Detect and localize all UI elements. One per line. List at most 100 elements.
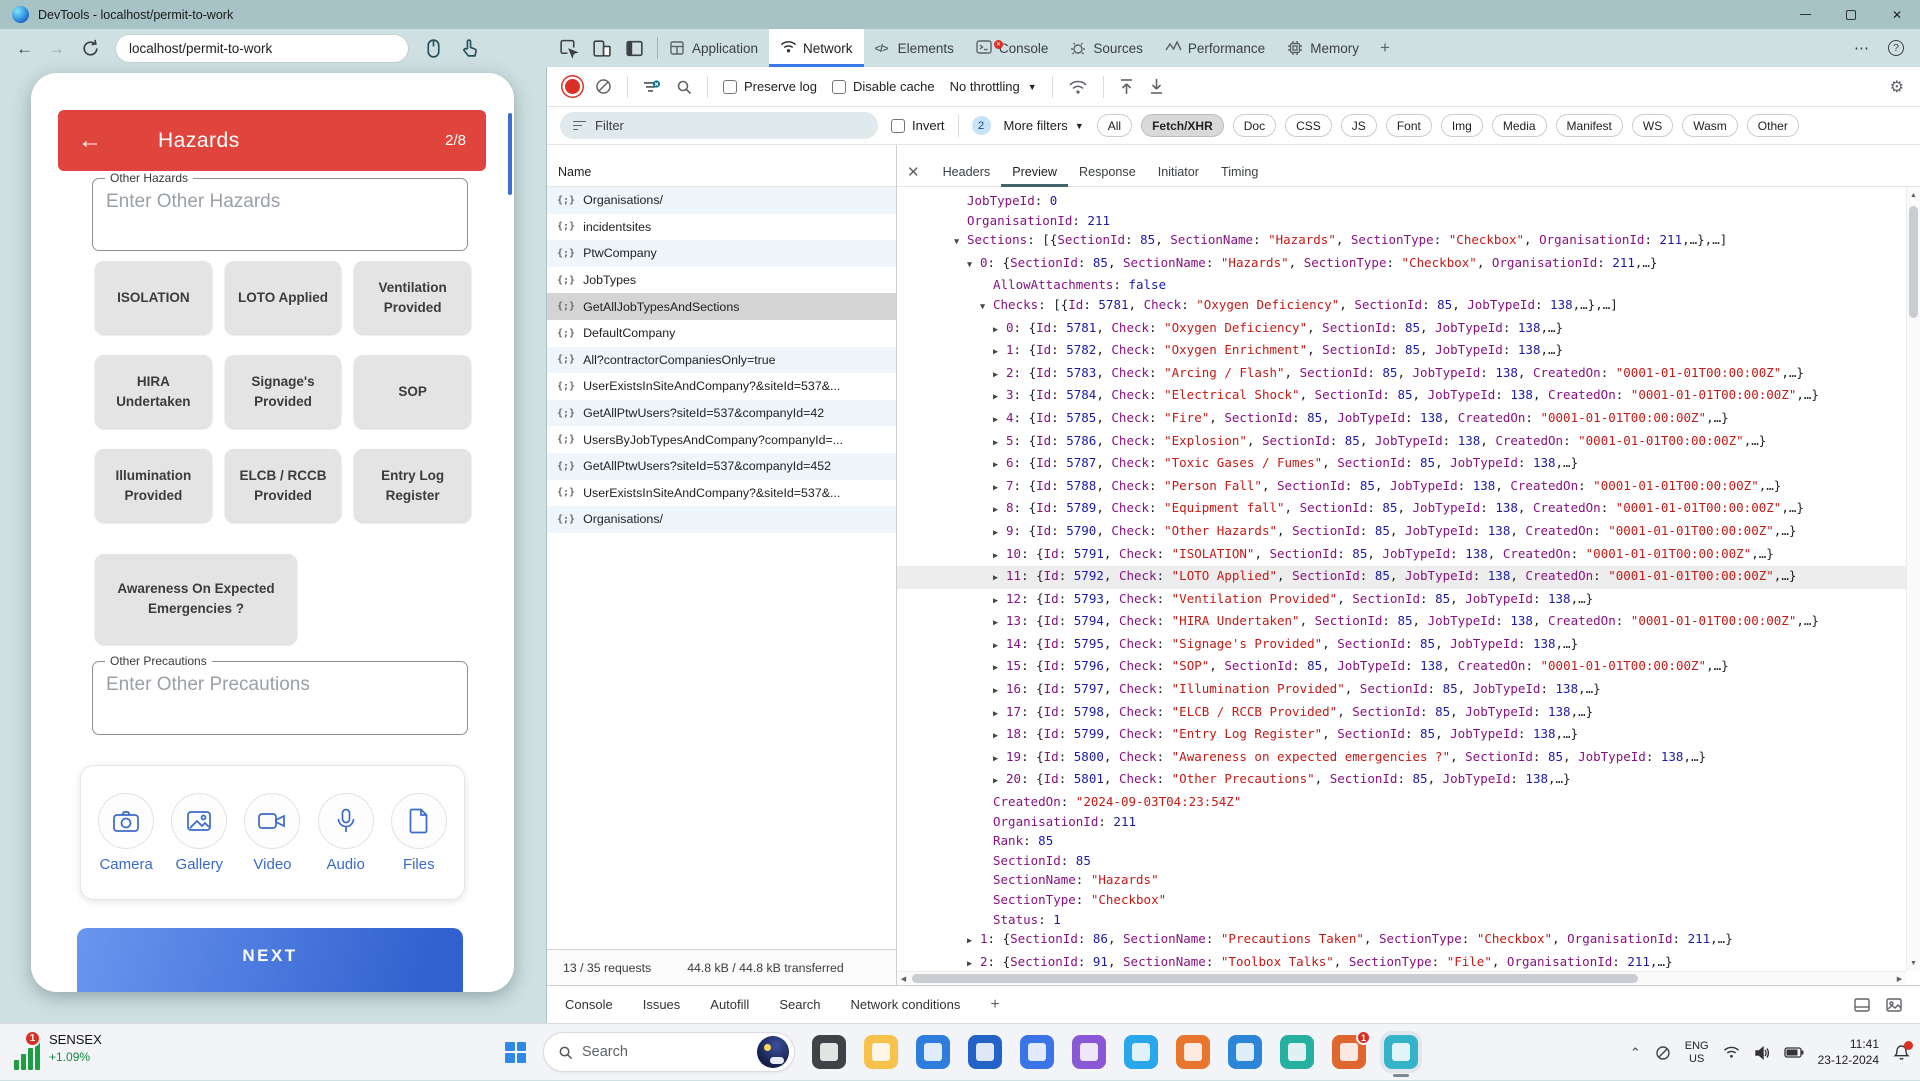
json-tree-line[interactable]: ▶14: {Id: 5795, Check: "Signage's Provid… <box>897 634 1920 657</box>
hazard-button-entry-log-register[interactable]: Entry Log Register <box>354 449 471 522</box>
expand-arrow-icon[interactable]: ▶ <box>993 411 1006 431</box>
json-tree-line[interactable]: ▶7: {Id: 5788, Check: "Person Fall", Sec… <box>897 476 1920 499</box>
back-nav-icon[interactable]: ← <box>16 40 33 57</box>
json-tree-line[interactable]: ▼0: {SectionId: 85, SectionName: "Hazard… <box>897 253 1920 276</box>
filter-chip-media[interactable]: Media <box>1492 114 1547 137</box>
json-tree-line[interactable]: ▶20: {Id: 5801, Check: "Other Precaution… <box>897 769 1920 792</box>
expand-arrow-icon[interactable]: ▶ <box>993 705 1006 725</box>
filter-chip-fetch-xhr[interactable]: Fetch/XHR <box>1141 114 1224 137</box>
expand-arrow-icon[interactable]: ▶ <box>993 750 1006 770</box>
expand-arrow-icon[interactable]: ▶ <box>993 434 1006 454</box>
mouse-mode-icon[interactable] <box>423 38 444 59</box>
json-tree-line[interactable]: ▶3: {Id: 5784, Check: "Electrical Shock"… <box>897 385 1920 408</box>
expand-arrow-icon[interactable]: ▶ <box>993 456 1006 476</box>
json-tree-line[interactable]: ▶13: {Id: 5794, Check: "HIRA Undertaken"… <box>897 611 1920 634</box>
json-tree-line[interactable]: Status: 1 <box>897 910 1920 930</box>
media-button-gallery[interactable]: Gallery <box>171 793 227 873</box>
minimize-button[interactable] <box>1782 0 1828 29</box>
other-precautions-field[interactable]: Other Precautions Enter Other Precaution… <box>92 661 468 735</box>
weather-icon[interactable] <box>757 1036 789 1068</box>
taskbar-app-edge-browser[interactable] <box>1384 1035 1418 1069</box>
close-detail-icon[interactable]: ✕ <box>907 163 920 181</box>
request-row[interactable]: {;}GetAllJobTypesAndSections <box>547 293 896 320</box>
clear-network-log-icon[interactable] <box>595 78 612 95</box>
json-tree-line[interactable]: ▼Sections: [{SectionId: 85, SectionName:… <box>897 230 1920 253</box>
filter-chip-all[interactable]: All <box>1097 114 1132 137</box>
request-row[interactable]: {;}Organisations/ <box>547 506 896 533</box>
expand-arrow-icon[interactable]: ▶ <box>993 343 1006 363</box>
filter-chip-js[interactable]: JS <box>1341 114 1377 137</box>
collapse-arrow-icon[interactable]: ▼ <box>954 233 967 253</box>
filter-toggle-icon[interactable] <box>643 80 661 94</box>
taskbar-app-vscode[interactable] <box>1228 1035 1262 1069</box>
json-tree-line[interactable]: ▶19: {Id: 5800, Check: "Awareness on exp… <box>897 747 1920 770</box>
hazard-button-hira-undertaken[interactable]: HIRA Undertaken <box>95 355 212 428</box>
devtools-tab-elements[interactable]: </>Elements <box>864 29 965 67</box>
throttling-dropdown[interactable]: No throttling▼ <box>950 79 1037 94</box>
hazard-button-isolation[interactable]: ISOLATION <box>95 261 212 334</box>
taskbar-app-file-explorer[interactable] <box>864 1035 898 1069</box>
json-tree-line[interactable]: ▶18: {Id: 5799, Check: "Entry Log Regist… <box>897 724 1920 747</box>
json-tree-line[interactable]: ▶0: {Id: 5781, Check: "Oxygen Deficiency… <box>897 318 1920 341</box>
horizontal-scrollbar[interactable]: ◀ ▶ <box>897 971 1906 985</box>
requests-name-column-header[interactable]: Name <box>547 157 896 187</box>
invert-filter-checkbox[interactable]: Invert <box>891 118 945 133</box>
expand-arrow-icon[interactable]: ▶ <box>993 659 1006 679</box>
expand-arrow-icon[interactable]: ▶ <box>993 637 1006 657</box>
detail-tab-response[interactable]: Response <box>1068 157 1147 187</box>
drawer-tab-autofill[interactable]: Autofill <box>710 997 749 1012</box>
search-network-icon[interactable] <box>676 79 692 95</box>
collapse-arrow-icon[interactable]: ▼ <box>967 256 980 276</box>
clock[interactable]: 11:41 23-12-2024 <box>1818 1037 1879 1068</box>
add-tab-icon[interactable]: + <box>1370 38 1400 58</box>
drawer-tab-search[interactable]: Search <box>779 997 820 1012</box>
detail-tab-headers[interactable]: Headers <box>932 157 1002 187</box>
json-tree-line[interactable]: SectionType: "Checkbox" <box>897 890 1920 910</box>
json-tree-line[interactable]: AllowAttachments: false <box>897 275 1920 295</box>
hazard-button-ventilation-provided[interactable]: Ventilation Provided <box>354 261 471 334</box>
request-row[interactable]: {;}UsersByJobTypesAndCompany?companyId=.… <box>547 426 896 453</box>
json-tree-line[interactable]: ▶15: {Id: 5796, Check: "SOP", SectionId:… <box>897 656 1920 679</box>
network-settings-gear-icon[interactable]: ⚙ <box>1890 77 1904 97</box>
drawer-add-tab-icon[interactable]: + <box>990 996 999 1014</box>
expand-arrow-icon[interactable]: ▶ <box>993 388 1006 408</box>
detail-tab-initiator[interactable]: Initiator <box>1147 157 1210 187</box>
json-tree-line[interactable]: ▶5: {Id: 5786, Check: "Explosion", Secti… <box>897 431 1920 454</box>
json-tree-line[interactable]: ▶10: {Id: 5791, Check: "ISOLATION", Sect… <box>897 544 1920 567</box>
json-tree-line[interactable]: ▶2: {Id: 5783, Check: "Arcing / Flash", … <box>897 363 1920 386</box>
expand-arrow-icon[interactable]: ▶ <box>993 772 1006 792</box>
filter-chip-other[interactable]: Other <box>1747 114 1799 137</box>
request-row[interactable]: {;}UserExistsInSiteAndCompany?&siteId=53… <box>547 373 896 400</box>
json-tree-line[interactable]: ▶6: {Id: 5787, Check: "Toxic Gases / Fum… <box>897 453 1920 476</box>
json-tree-line[interactable]: ▶17: {Id: 5798, Check: "ELCB / RCCB Prov… <box>897 702 1920 725</box>
preserve-log-checkbox[interactable]: Preserve log <box>723 79 817 94</box>
filter-chip-font[interactable]: Font <box>1386 114 1432 137</box>
start-button[interactable] <box>505 1042 526 1063</box>
json-tree-line[interactable]: SectionId: 85 <box>897 851 1920 871</box>
language-indicator[interactable]: ENGUS <box>1685 1040 1709 1065</box>
filter-chip-manifest[interactable]: Manifest <box>1556 114 1623 137</box>
request-row[interactable]: {;}JobTypes <box>547 267 896 294</box>
help-icon[interactable]: ? <box>1888 40 1904 56</box>
json-tree-line[interactable]: ▶8: {Id: 5789, Check: "Equipment fall", … <box>897 498 1920 521</box>
taskbar-app-app-orange-a[interactable] <box>1176 1035 1210 1069</box>
device-toolbar-icon[interactable] <box>591 38 612 59</box>
hazard-button-elcb-rccb-provided[interactable]: ELCB / RCCB Provided <box>225 449 342 522</box>
maximize-button[interactable] <box>1828 0 1874 29</box>
wifi-icon[interactable] <box>1723 1046 1740 1059</box>
expand-arrow-icon[interactable]: ▶ <box>993 547 1006 567</box>
url-bar[interactable]: localhost/permit-to-work <box>116 35 408 62</box>
collapse-arrow-icon[interactable]: ▼ <box>980 298 993 318</box>
request-row[interactable]: {;}GetAllPtwUsers?siteId=537&companyId=4… <box>547 400 896 427</box>
filter-chip-css[interactable]: CSS <box>1285 114 1332 137</box>
hazard-button-signage-s-provided[interactable]: Signage's Provided <box>225 355 342 428</box>
json-tree-line[interactable]: Rank: 85 <box>897 831 1920 851</box>
json-tree-line[interactable]: ▼Checks: [{Id: 5781, Check: "Oxygen Defi… <box>897 295 1920 318</box>
taskbar-app-store[interactable] <box>968 1035 1002 1069</box>
dock-side-icon[interactable] <box>624 38 645 59</box>
inspect-element-icon[interactable] <box>558 38 579 59</box>
expand-arrow-icon[interactable]: ▶ <box>993 592 1006 612</box>
more-options-icon[interactable]: ⋯ <box>1854 39 1870 57</box>
expand-arrow-icon[interactable]: ▶ <box>967 955 980 971</box>
expand-arrow-icon[interactable]: ▶ <box>993 569 1006 589</box>
